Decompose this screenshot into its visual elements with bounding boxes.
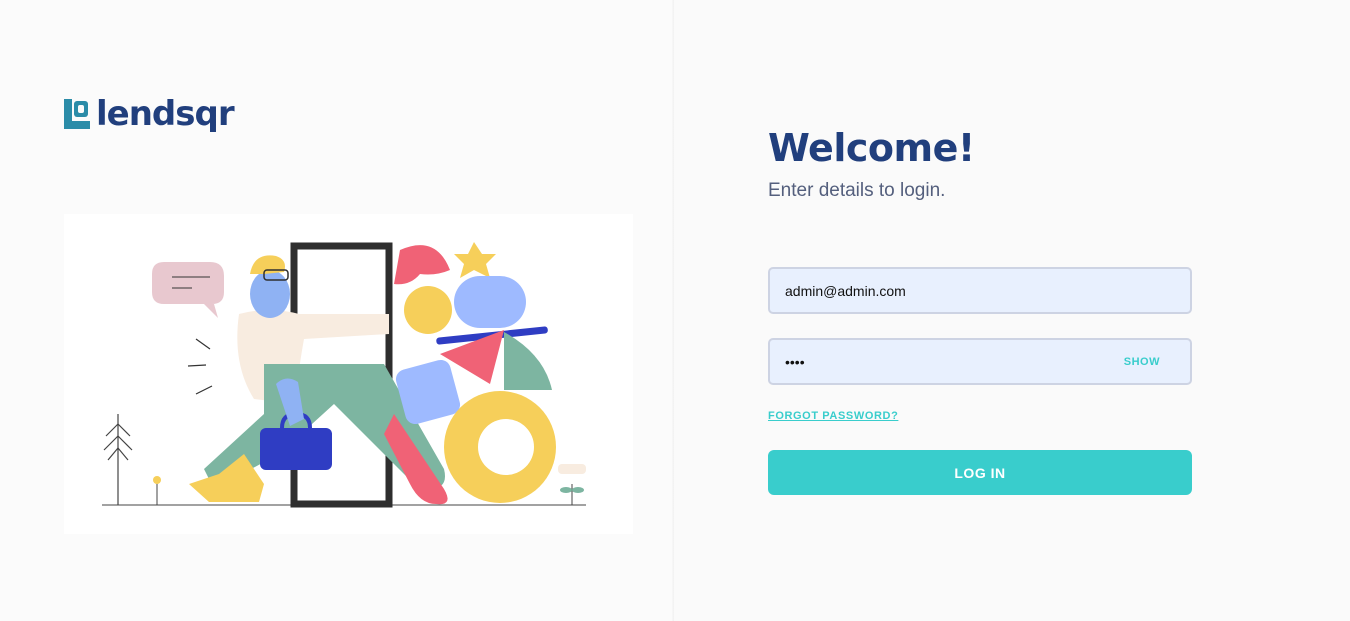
forgot-password-link[interactable]: FORGOT PASSWORD? [768,410,898,422]
lendsqr-logo-icon [64,99,90,129]
email-field[interactable] [785,282,1175,299]
login-subtitle: Enter details to login. [768,180,946,201]
brand-name: lendsqr [96,94,235,134]
login-button[interactable]: LOG IN [768,450,1192,495]
password-field-wrapper: SHOW [768,338,1192,385]
brand-logo: lendsqr [64,94,235,134]
left-pane: lendsqr [0,0,674,621]
email-field-wrapper [768,267,1192,314]
password-field[interactable] [785,353,1124,370]
show-password-toggle[interactable]: SHOW [1124,356,1160,368]
sign-in-illustration [64,214,633,534]
welcome-heading: Welcome! [768,126,975,170]
